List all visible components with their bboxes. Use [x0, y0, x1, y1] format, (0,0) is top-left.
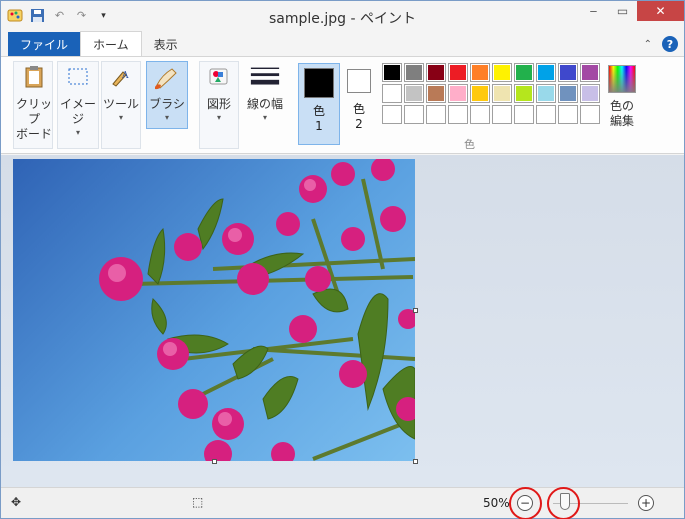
palette-swatch[interactable]: [470, 105, 490, 124]
image-label: イメージ: [59, 97, 96, 126]
clipboard-label-2: ボード: [15, 127, 52, 141]
palette-swatch[interactable]: [536, 63, 556, 82]
edit-colors-label: 色の: [609, 99, 634, 113]
color1-button[interactable]: 色 1: [298, 63, 340, 145]
line-width-label: 線の幅: [246, 97, 283, 111]
image-canvas[interactable]: [13, 159, 415, 461]
chevron-down-icon: ▾: [164, 113, 169, 122]
resize-handle-right[interactable]: [413, 308, 418, 313]
flower-photo: [99, 159, 415, 461]
ribbon-tabs: ファイル ホーム 表示: [1, 31, 684, 56]
palette-swatch[interactable]: [426, 105, 446, 124]
palette-swatch[interactable]: [558, 63, 578, 82]
palette-swatch[interactable]: [492, 84, 512, 103]
edit-colors-button[interactable]: 色の 編集: [605, 63, 639, 129]
color-palette: [382, 63, 600, 124]
zoom-in-icon[interactable]: +: [638, 495, 654, 511]
color2-num: 2: [355, 117, 363, 131]
palette-swatch[interactable]: [470, 63, 490, 82]
palette-swatch[interactable]: [492, 105, 512, 124]
highlight-circle-slider: [547, 487, 580, 519]
colors-group-label: 色: [464, 138, 475, 151]
palette-swatch[interactable]: [580, 63, 600, 82]
color2-label: 色: [352, 102, 365, 116]
shapes-icon: [203, 61, 235, 93]
brush-button[interactable]: ブラシ ▾: [146, 61, 188, 124]
paint-window: ↶ ↷ ▾ sample.jpg - ペイント ‒ ▭ ✕ ファイル ホーム 表…: [0, 0, 685, 519]
palette-swatch[interactable]: [404, 63, 424, 82]
shapes-label: 図形: [206, 97, 231, 111]
brush-icon: [151, 61, 183, 93]
palette-swatch[interactable]: [514, 105, 534, 124]
palette-swatch[interactable]: [426, 63, 446, 82]
cursor-position-icon: ✥: [11, 495, 22, 509]
pencil-text-icon: A: [105, 61, 137, 93]
palette-swatch[interactable]: [426, 84, 446, 103]
palette-swatch[interactable]: [580, 84, 600, 103]
collapse-ribbon-icon[interactable]: ⌃: [644, 39, 652, 50]
status-bar: ✥ ⬚ 50% − +: [1, 487, 684, 519]
clipboard-icon: [18, 61, 50, 93]
clipboard-button[interactable]: クリップ ボード: [14, 61, 54, 142]
clipboard-label: クリップ: [15, 97, 52, 126]
palette-swatch[interactable]: [536, 105, 556, 124]
palette-swatch[interactable]: [536, 84, 556, 103]
chevron-down-icon: ▾: [118, 113, 123, 122]
tools-label: ツール: [102, 97, 139, 111]
palette-swatch[interactable]: [558, 84, 578, 103]
palette-swatch[interactable]: [382, 84, 402, 103]
canvas-workspace: [1, 155, 684, 487]
chevron-down-icon: ▾: [216, 113, 221, 122]
palette-swatch[interactable]: [404, 84, 424, 103]
line-width-icon: [249, 61, 281, 93]
chevron-down-icon: ▾: [75, 128, 80, 137]
resize-handle-corner[interactable]: [413, 459, 418, 464]
palette-swatch[interactable]: [492, 63, 512, 82]
palette-swatch[interactable]: [580, 105, 600, 124]
palette-swatch[interactable]: [514, 63, 534, 82]
image-button[interactable]: イメージ ▾: [57, 61, 99, 139]
color1-num: 1: [315, 119, 323, 133]
tab-view[interactable]: 表示: [142, 32, 190, 56]
close-icon[interactable]: ✕: [637, 1, 684, 21]
tab-file[interactable]: ファイル: [8, 32, 81, 56]
brush-label: ブラシ: [149, 97, 185, 111]
color-picker-icon: [608, 65, 636, 93]
svg-text:A: A: [121, 71, 129, 81]
minimize-icon[interactable]: ‒: [579, 1, 608, 21]
maximize-icon[interactable]: ▭: [608, 1, 637, 21]
palette-swatch[interactable]: [382, 105, 402, 124]
palette-swatch[interactable]: [448, 84, 468, 103]
color1-swatch: [304, 68, 334, 98]
palette-swatch[interactable]: [448, 105, 468, 124]
color2-swatch: [347, 69, 371, 93]
palette-swatch[interactable]: [448, 63, 468, 82]
ribbon-controls: ⌃ ?: [644, 36, 678, 52]
color2-button[interactable]: 色 2: [338, 63, 380, 145]
highlight-circle-zoom-out: [509, 487, 542, 519]
shapes-button[interactable]: 図形 ▾: [199, 61, 239, 124]
palette-swatch[interactable]: [382, 63, 402, 82]
color1-label: 色: [312, 104, 325, 118]
palette-swatch[interactable]: [558, 105, 578, 124]
zoom-level: 50%: [483, 496, 510, 510]
help-icon[interactable]: ?: [662, 36, 678, 52]
tools-button[interactable]: A ツール ▾: [101, 61, 141, 124]
chevron-down-icon: ▾: [262, 113, 267, 122]
line-width-button[interactable]: 線の幅 ▾: [245, 61, 285, 124]
palette-swatch[interactable]: [514, 84, 534, 103]
select-icon: [62, 61, 94, 93]
selection-size-icon: ⬚: [192, 495, 204, 509]
palette-swatch[interactable]: [404, 105, 424, 124]
title-bar: ↶ ↷ ▾ sample.jpg - ペイント ‒ ▭ ✕: [1, 1, 684, 32]
palette-swatch[interactable]: [470, 84, 490, 103]
edit-colors-label-2: 編集: [609, 114, 634, 128]
window-controls: ‒ ▭ ✕: [579, 1, 684, 21]
resize-handle-bottom[interactable]: [212, 459, 217, 464]
tab-home[interactable]: ホーム: [80, 31, 142, 56]
